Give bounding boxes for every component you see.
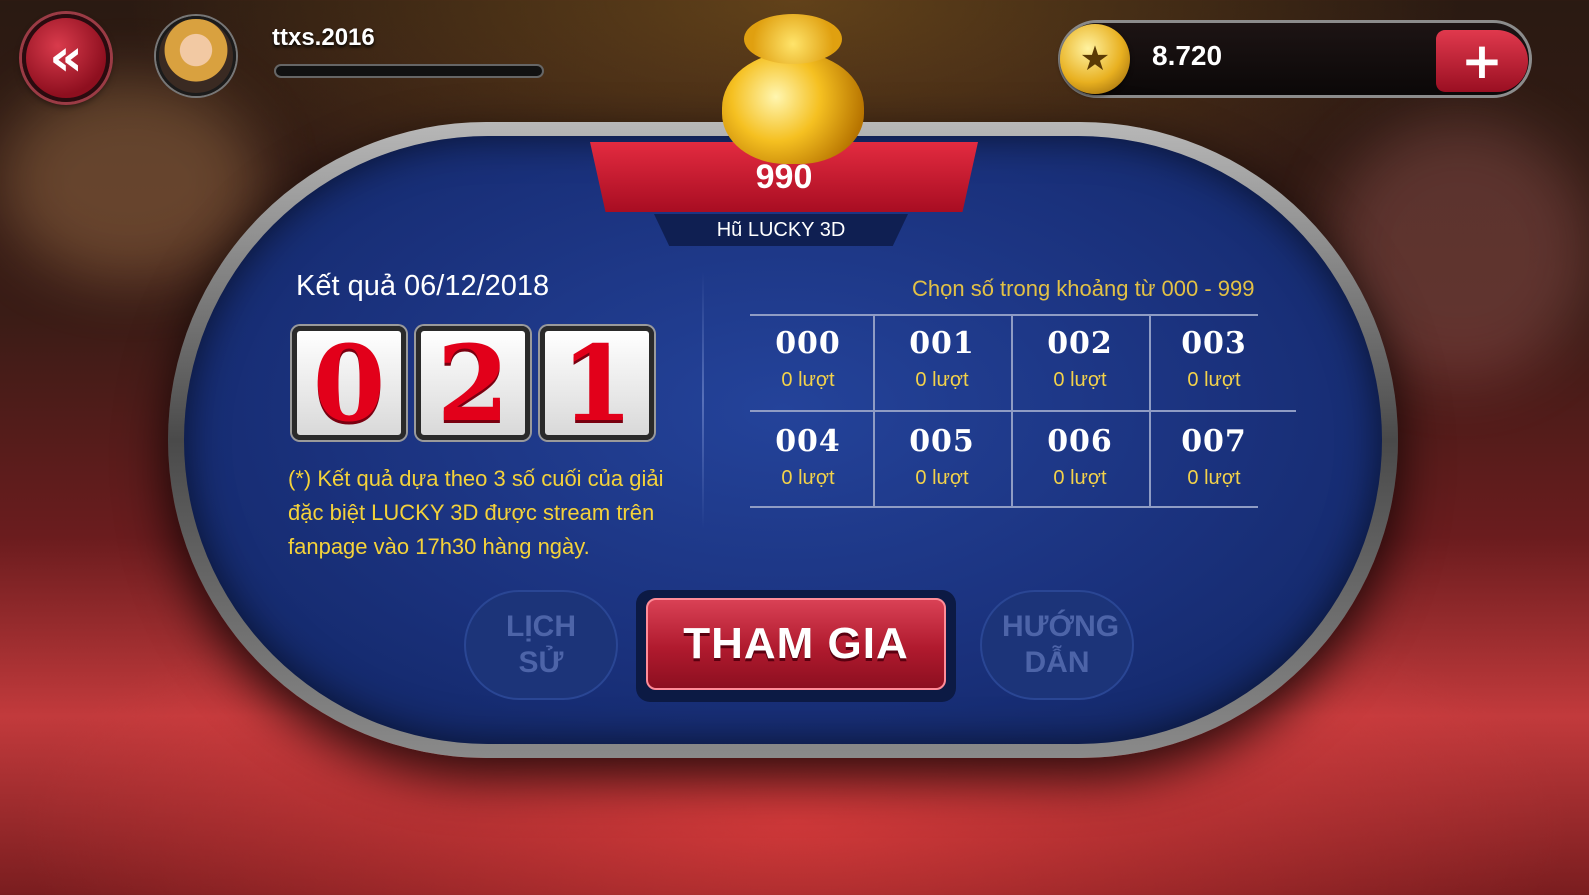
number-cell-001[interactable]: 001 0 lượt [874, 314, 1010, 410]
number-label: 000 [775, 326, 841, 361]
number-cell-004[interactable]: 004 0 lượt [740, 412, 876, 508]
jackpot-label: Hũ LUCKY 3D [716, 218, 846, 241]
gold-pot-icon [722, 10, 864, 164]
result-note: (*) Kết quả dựa theo 3 số cuối của giải … [288, 466, 664, 559]
pick-range-hint: Chọn số trong khoảng từ 000 - 999 [912, 276, 1255, 301]
turn-count: 0 lượt [915, 467, 969, 489]
turn-count: 0 lượt [781, 467, 835, 489]
turn-count: 0 lượt [781, 369, 835, 391]
coin-balance: 8.720 [1152, 40, 1223, 71]
result-title: Kết quả 06/12/2018 [296, 270, 550, 302]
jackpot-label-plate: Hũ LUCKY 3D [654, 214, 908, 246]
number-label: 003 [1181, 326, 1247, 361]
turn-count: 0 lượt [1053, 467, 1107, 489]
number-cell-002[interactable]: 002 0 lượt [1012, 314, 1148, 410]
turn-count: 0 lượt [915, 369, 969, 391]
number-cell-003[interactable]: 003 0 lượt [1146, 314, 1282, 410]
back-button[interactable]: « [22, 14, 110, 102]
username: ttxs.2016 [272, 24, 375, 51]
number-label: 004 [775, 424, 841, 459]
history-button[interactable]: LỊCH SỬ [464, 590, 618, 700]
number-cell-006[interactable]: 006 0 lượt [1012, 412, 1148, 508]
number-label: 001 [909, 326, 975, 361]
turn-count: 0 lượt [1187, 467, 1241, 489]
join-button-label: THAM GIA [683, 619, 909, 668]
guide-button-label: HƯỚNG DẪN [1002, 610, 1120, 679]
avatar[interactable] [156, 16, 236, 96]
section-divider [702, 272, 704, 528]
plus-icon: + [1461, 32, 1503, 90]
history-button-label: LỊCH SỬ [506, 610, 576, 679]
result-digit: 0 [292, 322, 406, 445]
guide-button[interactable]: HƯỚNG DẪN [980, 590, 1134, 700]
turn-count: 0 lượt [1053, 369, 1107, 391]
result-digit: 1 [540, 322, 654, 445]
number-cell-007[interactable]: 007 0 lượt [1146, 412, 1282, 508]
number-label: 006 [1047, 424, 1113, 459]
number-grid: 000 0 lượt 001 0 lượt 002 0 lượt 003 0 l… [750, 314, 1296, 508]
number-label: 002 [1047, 326, 1113, 361]
double-chevron-left-icon: « [49, 28, 83, 88]
experience-bar [274, 64, 544, 78]
star-coin-icon: ★ [1060, 24, 1130, 94]
number-cell-000[interactable]: 000 0 lượt [740, 314, 876, 410]
number-label: 005 [909, 424, 975, 459]
number-cell-005[interactable]: 005 0 lượt [874, 412, 1010, 508]
result-digit: 2 [416, 322, 530, 445]
pot-coins [744, 14, 842, 64]
turn-count: 0 lượt [1187, 369, 1241, 391]
number-label: 007 [1181, 424, 1247, 459]
add-coins-button[interactable]: + [1436, 30, 1528, 92]
pot-body [722, 52, 864, 164]
join-button[interactable]: THAM GIA [646, 598, 946, 690]
background-glow [0, 80, 260, 280]
